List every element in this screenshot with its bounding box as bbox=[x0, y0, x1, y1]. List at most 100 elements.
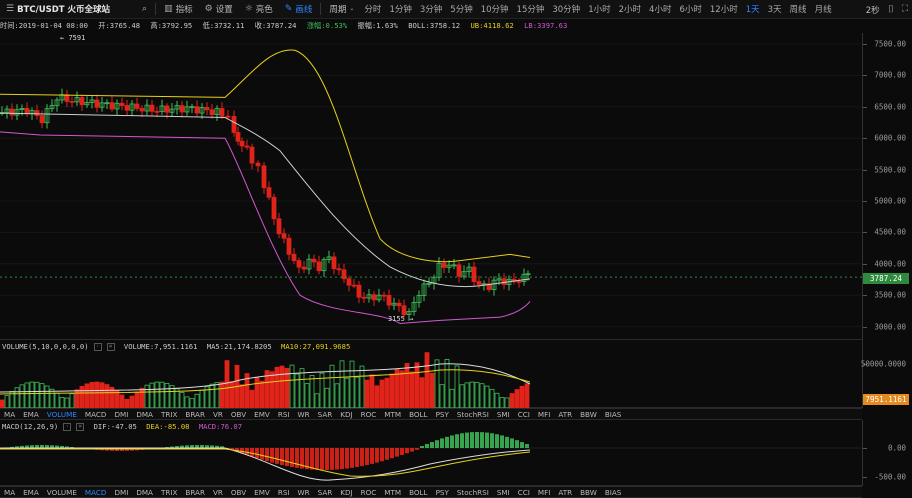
volume-indicator-tab-bbw[interactable]: BBW bbox=[576, 410, 601, 419]
settings-button[interactable]: ⚙ 设置 bbox=[199, 0, 239, 19]
macd-indicator-tab-ma[interactable]: MA bbox=[0, 488, 19, 497]
macd-indicator-tab-emv[interactable]: EMV bbox=[250, 488, 274, 497]
macd-axis-tick-1: -500.00 bbox=[874, 472, 906, 482]
price-axis-tick-7: 4000.00 bbox=[874, 259, 906, 269]
info-open: 开:3765.48 bbox=[98, 21, 141, 30]
volume-indicator-tab-brar[interactable]: BRAR bbox=[181, 410, 209, 419]
macd-indicator-tab-atr[interactable]: ATR bbox=[554, 488, 576, 497]
theme-button[interactable]: ☼ 亮色 bbox=[239, 0, 279, 19]
symbol-title: ☰ BTC/USDT 火币全球站 bbox=[0, 0, 116, 19]
candlestick-chart[interactable] bbox=[0, 33, 862, 340]
volume-indicator-tab-bias[interactable]: BIAS bbox=[601, 410, 626, 419]
camera-icon[interactable]: ⌷ bbox=[888, 4, 894, 15]
macd-indicator-tab-smi[interactable]: SMI bbox=[493, 488, 514, 497]
close-small-icon[interactable]: × bbox=[76, 423, 85, 431]
volume-indicator-tab-emv[interactable]: EMV bbox=[250, 410, 274, 419]
search-button[interactable]: ⌕ bbox=[136, 0, 153, 19]
volume-indicator-tab-vr[interactable]: VR bbox=[209, 410, 227, 419]
volume-current-tag: 7951.1161 bbox=[863, 394, 909, 405]
volume-indicator-tab-smi[interactable]: SMI bbox=[493, 410, 514, 419]
timeframe-0[interactable]: 分时 bbox=[360, 3, 385, 15]
macd-indicator-tab-vr[interactable]: VR bbox=[209, 488, 227, 497]
period-dropdown[interactable]: 周期 ⌄ bbox=[323, 0, 360, 19]
ohlc-info-bar: 时间:2019-01-04 08:00 开:3765.48 高:3792.95 … bbox=[0, 21, 573, 32]
timeframe-6[interactable]: 30分钟 bbox=[548, 3, 584, 15]
volume-indicator-tab-mtm[interactable]: MTM bbox=[380, 410, 405, 419]
volume-indicator-tab-stochrsi[interactable]: StochRSI bbox=[453, 410, 493, 419]
menu-icon[interactable]: ☰ bbox=[6, 4, 14, 14]
volume-indicator-tab-boll[interactable]: BOLL bbox=[405, 410, 431, 419]
macd-indicator-tab-sar[interactable]: SAR bbox=[314, 488, 337, 497]
volume-indicator-tab-kdj[interactable]: KDJ bbox=[336, 410, 356, 419]
price-axis: 7500.00 7000.00 6500.00 6000.00 5500.00 5000.… bbox=[862, 33, 912, 340]
volume-indicator-tab-psy[interactable]: PSY bbox=[432, 410, 453, 419]
settings-small-icon[interactable]: · bbox=[63, 423, 72, 431]
macd-indicator-tab-roc[interactable]: ROC bbox=[357, 488, 381, 497]
volume-indicator-tab-ma[interactable]: MA bbox=[0, 410, 19, 419]
volume-indicator-tab-volume[interactable]: VOLUME bbox=[43, 410, 81, 419]
macd-indicator-tab-dmi[interactable]: DMI bbox=[110, 488, 132, 497]
volume-indicator-tab-wr[interactable]: WR bbox=[294, 410, 314, 419]
macd-indicator-tab-wr[interactable]: WR bbox=[294, 488, 314, 497]
draw-button[interactable]: ✎ 画线 bbox=[279, 0, 319, 19]
macd-indicator-tab-kdj[interactable]: KDJ bbox=[336, 488, 356, 497]
macd-indicator-tab-bias[interactable]: BIAS bbox=[601, 488, 626, 497]
volume-legend: VOLUME(5,10,0,0,0,0) · × VOLUME:7,951.1161… bbox=[2, 342, 355, 351]
timeframe-2[interactable]: 3分钟 bbox=[416, 3, 446, 15]
macd-indicator-tab-volume[interactable]: VOLUME bbox=[43, 488, 81, 497]
macd-indicator-tab-obv[interactable]: OBV bbox=[227, 488, 250, 497]
volume-indicator-tab-atr[interactable]: ATR bbox=[554, 410, 576, 419]
volume-indicator-tab-ema[interactable]: EMA bbox=[19, 410, 43, 419]
timeframe-8[interactable]: 2小时 bbox=[615, 3, 645, 15]
timeframe-9[interactable]: 4小时 bbox=[645, 3, 675, 15]
timeframe-10[interactable]: 6小时 bbox=[675, 3, 705, 15]
volume-indicator-tab-dma[interactable]: DMA bbox=[132, 410, 157, 419]
refresh-interval[interactable]: 2秒 bbox=[866, 4, 880, 16]
volume-indicator-tab-roc[interactable]: ROC bbox=[357, 410, 381, 419]
timeframe-3[interactable]: 5分钟 bbox=[446, 3, 476, 15]
indicators-button[interactable]: ▥ 指标 bbox=[158, 0, 199, 19]
volume-indicator-tab-sar[interactable]: SAR bbox=[314, 410, 337, 419]
fullscreen-icon[interactable]: ⛶ bbox=[902, 5, 908, 14]
timeframe-14[interactable]: 周线 bbox=[786, 3, 811, 15]
macd-indicator-tab-ema[interactable]: EMA bbox=[19, 488, 43, 497]
timeframe-7[interactable]: 1小时 bbox=[584, 3, 614, 15]
info-boll: BOLL:3758.12 bbox=[408, 21, 461, 30]
volume-indicator-tab-cci[interactable]: CCI bbox=[514, 410, 534, 419]
main-chart[interactable]: ← 7591 3155 → bbox=[0, 33, 862, 340]
chart-bars-icon: ▥ bbox=[164, 3, 173, 14]
volume-indicator-tab-mfi[interactable]: MFI bbox=[534, 410, 554, 419]
macd-dea: DEA:-85.08 bbox=[146, 422, 190, 431]
volume-indicator-tab-trix[interactable]: TRIX bbox=[157, 410, 181, 419]
macd-indicator-tab-rsi[interactable]: RSI bbox=[274, 488, 294, 497]
macd-indicator-tab-cci[interactable]: CCI bbox=[514, 488, 534, 497]
volume-indicator-tab-macd[interactable]: MACD bbox=[81, 410, 111, 419]
price-axis-tick-1: 7000.00 bbox=[874, 70, 906, 80]
timeframe-1[interactable]: 1分钟 bbox=[385, 3, 415, 15]
macd-indicator-tab-boll[interactable]: BOLL bbox=[405, 488, 431, 497]
volume-indicator-tab-rsi[interactable]: RSI bbox=[274, 410, 294, 419]
macd-indicator-tab-mtm[interactable]: MTM bbox=[380, 488, 405, 497]
macd-indicator-tab-macd[interactable]: MACD bbox=[81, 488, 111, 497]
macd-indicator-tab-stochrsi[interactable]: StochRSI bbox=[453, 488, 493, 497]
timeframe-12[interactable]: 1天 bbox=[742, 3, 764, 15]
close-small-icon[interactable]: × bbox=[106, 343, 115, 351]
timeframe-11[interactable]: 12小时 bbox=[706, 3, 742, 15]
price-axis-tick-4: 5500.00 bbox=[874, 165, 906, 175]
macd-indicator-tab-brar[interactable]: BRAR bbox=[181, 488, 209, 497]
indicators-label: 指标 bbox=[175, 5, 193, 15]
macd-indicator-tab-mfi[interactable]: MFI bbox=[534, 488, 554, 497]
low-annotation: 3155 → bbox=[388, 315, 414, 323]
settings-small-icon[interactable]: · bbox=[93, 343, 102, 351]
volume-indicator-tab-obv[interactable]: OBV bbox=[227, 410, 250, 419]
timeframe-13[interactable]: 3天 bbox=[764, 3, 786, 15]
macd-indicator-tab-bbw[interactable]: BBW bbox=[576, 488, 601, 497]
timeframe-15[interactable]: 月线 bbox=[811, 3, 836, 15]
macd-indicator-tab-dma[interactable]: DMA bbox=[132, 488, 157, 497]
volume-indicator-tab-dmi[interactable]: DMI bbox=[110, 410, 132, 419]
macd-indicator-tab-psy[interactable]: PSY bbox=[432, 488, 453, 497]
macd-indicator-tab-trix[interactable]: TRIX bbox=[157, 488, 181, 497]
volume-title: VOLUME(5,10,0,0,0,0) bbox=[2, 342, 89, 351]
timeframe-4[interactable]: 10分钟 bbox=[477, 3, 513, 15]
timeframe-5[interactable]: 15分钟 bbox=[513, 3, 549, 15]
